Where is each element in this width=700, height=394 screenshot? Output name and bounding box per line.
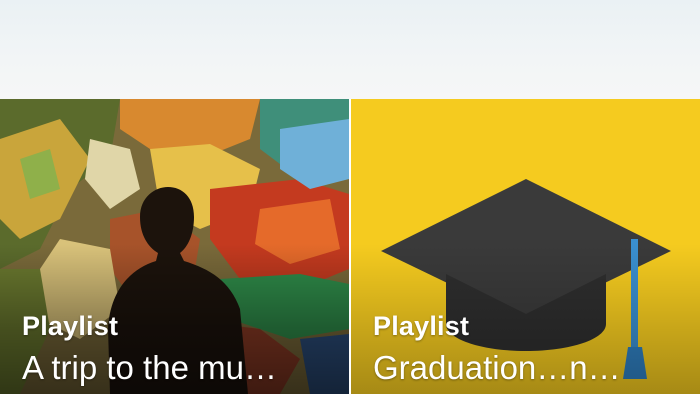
playlist-tile-graduation[interactable]: Playlist Graduation…n… bbox=[351, 99, 700, 394]
tile-playlist-name: Graduation…n… bbox=[373, 349, 621, 386]
playlist-tile-museum[interactable]: Playlist A trip to the mu… bbox=[0, 99, 349, 394]
tile-kind-label: Playlist bbox=[22, 311, 119, 341]
tile-kind-label: Playlist bbox=[373, 311, 470, 341]
top-header-area bbox=[0, 0, 700, 99]
tile-playlist-name: A trip to the mu… bbox=[22, 349, 277, 386]
